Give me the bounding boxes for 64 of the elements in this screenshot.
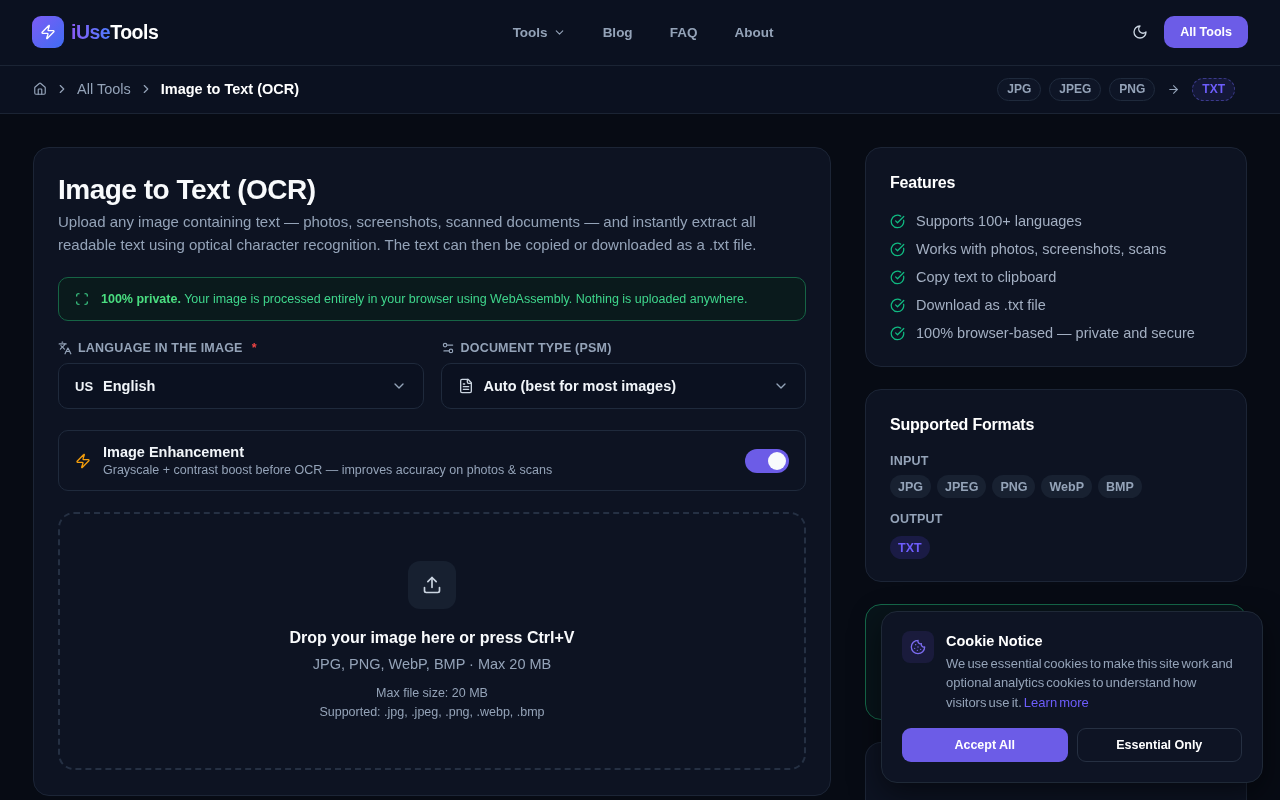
- nav-link[interactable]: Tools: [512, 24, 566, 40]
- nav-link[interactable]: Blog: [602, 24, 633, 40]
- nav-link[interactable]: FAQ: [669, 24, 698, 40]
- format-chip: JPEG: [937, 475, 987, 498]
- document-type-select[interactable]: Auto (best for most images): [440, 363, 806, 409]
- check-circle-icon: [890, 269, 905, 285]
- feature-text: Copy text to clipboard: [916, 269, 1057, 285]
- accept-all-button[interactable]: Accept All: [902, 728, 1068, 762]
- privacy-notice-text: 100% private. Your image is processed entirely in your browser using WebAssembly. Nothing is uploaded anywhere.: [101, 292, 748, 306]
- format-chip: PNG: [1109, 77, 1156, 101]
- breadcrumb-link[interactable]: All Tools: [77, 81, 131, 97]
- lightning-icon: [75, 452, 91, 469]
- features-title: Features: [890, 173, 957, 193]
- home-icon[interactable]: [33, 82, 47, 96]
- field-label: DOCUMENT TYPE (PSM): [460, 341, 612, 355]
- cookie-title: Cookie Notice: [946, 631, 1044, 651]
- format-chip: TXT: [890, 536, 930, 559]
- learn-more-link[interactable]: Learn more: [1023, 694, 1089, 710]
- format-chip: JPEG: [1049, 77, 1102, 101]
- enhancement-description: Grayscale + contrast boost before OCR — improves accuracy on photos & scans: [103, 462, 553, 478]
- check-circle-icon: [890, 325, 905, 341]
- enhancement-toggle[interactable]: [745, 448, 789, 473]
- nav-link[interactable]: About: [734, 24, 774, 40]
- check-circle-icon: [890, 213, 905, 229]
- drop-zone-formats: JPG, PNG, WebP, BMP · Max 20 MB: [312, 654, 552, 674]
- format-chip: PNG: [992, 475, 1036, 498]
- enhancement-title: Image Enhancement: [103, 443, 245, 462]
- output-label: OUTPUT: [890, 511, 944, 528]
- upload-icon: [408, 560, 456, 609]
- format-chip: JPG: [997, 77, 1042, 101]
- drop-zone[interactable]: Drop your image here or press Ctrl+V JPG, PNG, WebP, BMP · Max 20 MB Max file size: 20 MB Supported: .jpg, .jpeg, .png, .webp, .bmp: [58, 512, 806, 770]
- format-chip: TXT: [1192, 77, 1235, 101]
- sliders-icon: [440, 341, 455, 355]
- arrow-right-icon: [1167, 82, 1181, 96]
- input-label: INPUT: [890, 453, 930, 470]
- logo-text[interactable]: iUseTools: [71, 20, 159, 44]
- moon-icon[interactable]: [1132, 24, 1149, 40]
- document-icon: [457, 378, 474, 394]
- formats-title: Supported Formats: [890, 415, 1036, 435]
- page-description: Upload any image containing text — photos, screenshots, scanned documents — and instantly extract all readable text using optical character recognition. The text can then be copied or downloaded as a .txt file.: [58, 212, 758, 255]
- check-circle-icon: [890, 241, 905, 257]
- supported-types-text: Supported: .jpg, .jpeg, .png, .webp, .bmp: [319, 703, 545, 721]
- cookie-icon: [902, 630, 934, 663]
- format-chip: WebP: [1041, 475, 1092, 498]
- logo-icon[interactable]: [32, 16, 64, 48]
- feature-text: Download as .txt file: [916, 297, 1046, 313]
- check-circle-icon: [890, 297, 905, 313]
- page-title: Image to Text (OCR): [58, 173, 317, 207]
- format-chip: JPG: [890, 475, 931, 498]
- feature-text: 100% browser-based — private and secure: [916, 325, 1195, 341]
- essential-only-button[interactable]: Essential Only: [1076, 728, 1242, 762]
- current-page-title: Image to Text (OCR): [160, 81, 300, 97]
- format-chip: BMP: [1097, 475, 1142, 498]
- drop-zone-title: Drop your image here or press Ctrl+V: [289, 627, 575, 648]
- all-tools-button[interactable]: All Tools: [1164, 16, 1248, 48]
- cookie-text: We use essential cookies to make this site work and optional analytics cookies to understand how visitors use it. Learn more: [946, 654, 1234, 712]
- scan-frame-icon: [75, 292, 89, 306]
- feature-text: Works with photos, screenshots, scans: [916, 241, 1167, 257]
- feature-text: Supports 100+ languages: [916, 213, 1082, 229]
- translate-icon: [58, 341, 72, 355]
- max-size-text: Max file size: 20 MB: [376, 684, 488, 702]
- required-mark: *: [251, 341, 257, 355]
- field-label: LANGUAGE IN THE IMAGE: [78, 341, 243, 355]
- language-select[interactable]: US English: [58, 363, 424, 409]
